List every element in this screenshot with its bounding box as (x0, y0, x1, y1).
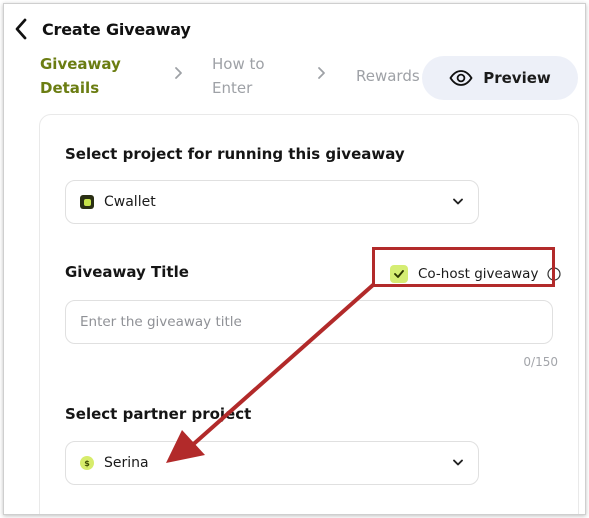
eye-icon (449, 70, 473, 86)
step-label-line1: Giveaway (40, 55, 121, 73)
partner-project-select[interactable]: $ Serina (65, 441, 479, 485)
giveaway-title-label: Giveaway Title (65, 263, 189, 281)
serina-logo-icon: $ (80, 456, 94, 470)
chevron-right-icon (175, 67, 182, 79)
annotation-highlight-box (372, 247, 555, 287)
partner-select-value: Serina (104, 455, 149, 471)
preview-label: Preview (483, 69, 551, 87)
title-char-counter: 0/150 (523, 355, 558, 369)
partner-project-label: Select partner project (65, 405, 252, 423)
project-select-value: Cwallet (104, 194, 156, 210)
giveaway-title-input[interactable] (65, 300, 553, 344)
page-header: Create Giveaway (14, 14, 191, 44)
step-label-line2: Details (40, 79, 100, 97)
giveaway-details-form: Select project for running this giveaway… (39, 114, 579, 514)
cwallet-logo-icon (80, 195, 94, 209)
chevron-down-icon (453, 459, 463, 466)
chevron-left-icon[interactable] (14, 17, 34, 41)
project-select[interactable]: Cwallet (65, 180, 479, 224)
page-title: Create Giveaway (42, 19, 191, 39)
step-label-line1: How to (212, 55, 265, 73)
step-how-to-enter[interactable]: How to Enter (212, 52, 265, 100)
chevron-right-icon (318, 67, 325, 79)
chevron-down-icon (453, 198, 463, 205)
project-select-label: Select project for running this giveaway (65, 145, 405, 163)
step-rewards[interactable]: Rewards (356, 64, 420, 88)
preview-button[interactable]: Preview (422, 56, 578, 100)
step-label-line2: Enter (212, 79, 253, 97)
step-label-line1: Rewards (356, 67, 420, 85)
step-giveaway-details[interactable]: Giveaway Details (40, 52, 121, 100)
